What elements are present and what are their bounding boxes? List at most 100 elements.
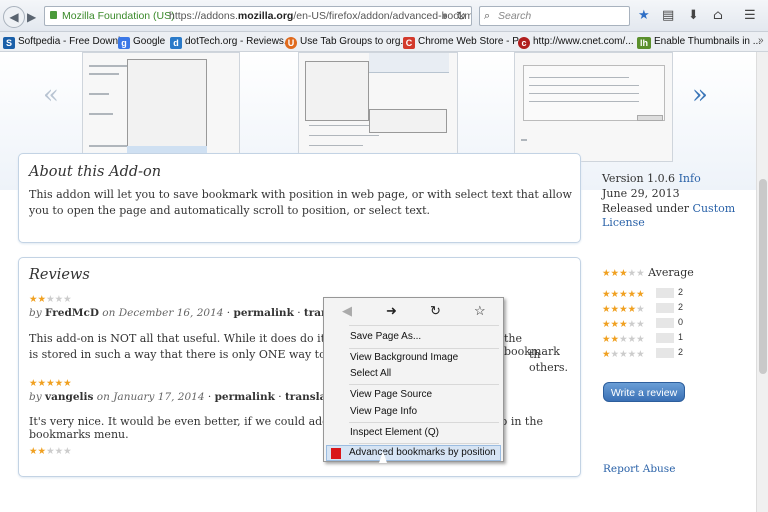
star-filled-icon: ★ — [602, 289, 611, 300]
star-filled-icon: ★ — [619, 304, 628, 315]
menu-separator — [349, 384, 499, 385]
menu-view-page-info[interactable]: View Page Info — [350, 404, 417, 419]
screenshot-thumbnail-3[interactable] — [514, 52, 673, 162]
bookmark-chrome-web-store[interactable]: C Chrome Web Store - P... — [403, 35, 526, 49]
bookmark-flag-icon — [331, 448, 341, 459]
rating-row-3[interactable]: ★★★★★ 0 — [602, 317, 752, 330]
menu-advanced-bookmarks-label: Advanced bookmarks by position — [349, 447, 496, 458]
firefox-favicon-icon: U — [285, 37, 297, 49]
bookmark-label: Use Tab Groups to org... — [300, 36, 409, 47]
menu-separator — [349, 443, 499, 444]
site-identity-label[interactable]: Mozilla Foundation (US) — [62, 7, 175, 25]
star-filled-icon: ★ — [610, 304, 620, 315]
url-dropdown-icon[interactable]: ▼ — [440, 7, 449, 25]
review-permalink[interactable]: permalink — [215, 391, 275, 403]
dottech-favicon-icon: d — [170, 37, 182, 49]
review-author-link[interactable]: vangelis — [45, 391, 93, 403]
forward-arrow-icon: ▶ — [27, 10, 37, 24]
star-empty-icon: ★ — [63, 446, 72, 457]
rating-bar — [656, 288, 674, 298]
bookmarks-menu-icon[interactable]: ▤ — [662, 8, 674, 24]
bookmark-google[interactable]: g Google — [118, 35, 165, 49]
star-empty-icon: ★ — [627, 319, 637, 330]
star-empty-icon: ★ — [54, 446, 64, 457]
search-input[interactable]: ⌕ Search — [479, 6, 630, 26]
star-empty-icon: ★ — [54, 294, 64, 305]
bookmark-tab-groups[interactable]: U Use Tab Groups to org... — [285, 35, 409, 49]
menu-select-all[interactable]: Select All — [350, 366, 391, 381]
menu-save-page-as[interactable]: Save Page As... — [350, 329, 421, 344]
bookmark-dottech[interactable]: d dotTech.org - Reviews... — [170, 35, 292, 49]
rating-row-5[interactable]: ★★★★★ 2 — [602, 287, 752, 300]
lh-favicon-icon: lh — [637, 37, 651, 49]
screenshot-thumbnail-1[interactable] — [82, 52, 240, 162]
rating-bar — [656, 303, 674, 313]
menu-inspect-element[interactable]: Inspect Element (Q) — [350, 425, 439, 440]
star-empty-icon: ★ — [627, 349, 637, 360]
forward-arrow-icon[interactable]: ➜ — [386, 303, 397, 319]
rating-count: 2 — [678, 287, 684, 297]
reload-icon[interactable]: ↻ — [430, 303, 441, 319]
reload-icon[interactable]: ↻ — [456, 7, 466, 25]
star-filled-icon: ★ — [602, 349, 611, 360]
back-arrow-icon[interactable]: ◀ — [342, 303, 352, 319]
star-empty-icon: ★ — [636, 319, 645, 330]
star-empty-icon: ★ — [627, 334, 637, 345]
star-filled-icon: ★ — [627, 304, 637, 315]
carousel-prev-icon[interactable]: « — [43, 80, 59, 110]
context-menu: ◀ ➜ ↻ ☆ Save Page As... View Background … — [323, 297, 504, 462]
star-filled-icon: ★ — [29, 446, 38, 457]
context-nav-row: ◀ ➜ ↻ ☆ — [324, 298, 503, 324]
lock-icon — [50, 11, 57, 19]
review-permalink[interactable]: permalink — [233, 307, 293, 319]
rating-count: 2 — [678, 347, 684, 357]
screenshot-thumbnail-2[interactable] — [298, 52, 458, 162]
bookmark-star-icon[interactable]: ★ — [638, 8, 650, 24]
bookmark-label: Enable Thumbnails in ... — [654, 36, 762, 47]
star-empty-icon: ★ — [636, 304, 645, 315]
star-rating-icon: ★★★★★ — [602, 304, 645, 315]
bookmark-softpedia[interactable]: S Softpedia - Free Downl... — [3, 35, 129, 49]
forward-button[interactable]: ▶ — [27, 8, 36, 26]
write-review-button[interactable]: Write a review — [603, 382, 685, 402]
review-author-link[interactable]: FredMcD — [45, 307, 99, 319]
rating-row-1[interactable]: ★★★★★ 2 — [602, 347, 752, 360]
rating-bar — [656, 333, 674, 343]
menu-icon[interactable]: ☰ — [744, 8, 756, 24]
url-domain: mozilla.org — [237, 10, 294, 22]
rating-row-4[interactable]: ★★★★★ 2 — [602, 302, 752, 315]
star-icon[interactable]: ☆ — [474, 303, 486, 319]
home-icon[interactable]: ⌂ — [713, 8, 723, 24]
rating-bar — [656, 318, 674, 328]
star-filled-icon: ★ — [37, 446, 47, 457]
meta-separator: · — [207, 391, 212, 403]
bookmarks-overflow-icon[interactable]: » — [758, 35, 764, 46]
report-abuse-link[interactable]: Report Abuse — [603, 463, 675, 475]
star-rating-icon: ★★★★★ — [602, 268, 645, 279]
menu-view-background-image[interactable]: View Background Image — [350, 350, 458, 365]
back-button[interactable]: ◀ — [3, 6, 25, 28]
menu-view-page-source[interactable]: View Page Source — [350, 387, 432, 402]
star-filled-icon: ★ — [63, 378, 72, 389]
rating-row-2[interactable]: ★★★★★ 1 — [602, 332, 752, 345]
carousel-next-icon[interactable]: » — [692, 80, 708, 110]
scrollbar-thumb[interactable] — [759, 179, 767, 374]
rating-count: 2 — [678, 302, 684, 312]
star-rating-icon: ★★★★★ — [29, 446, 72, 457]
star-filled-icon: ★ — [602, 334, 611, 345]
version-info-link[interactable]: Info — [679, 172, 701, 185]
about-section: About this Add-on This addon will let yo… — [18, 153, 581, 243]
bookmark-enable-thumbnails[interactable]: lh Enable Thumbnails in ... — [637, 35, 761, 49]
version-label: Version 1.0.6 — [602, 172, 679, 185]
star-empty-icon: ★ — [63, 294, 72, 305]
url-bar[interactable]: Mozilla Foundation (US) https://addons.m… — [44, 6, 472, 26]
bookmark-label: Chrome Web Store - P... — [418, 36, 527, 47]
downloads-icon[interactable]: ⬇ — [688, 8, 699, 24]
bookmark-cnet[interactable]: c http://www.cnet.com/... — [518, 35, 634, 49]
average-rating: ★★★★★ Average — [602, 266, 752, 279]
rating-count: 0 — [678, 317, 684, 327]
page-scrollbar[interactable] — [756, 52, 768, 512]
star-filled-icon: ★ — [29, 294, 38, 305]
url-text[interactable]: https://addons.mozilla.org/en-US/firefox… — [169, 7, 471, 25]
menu-advanced-bookmarks[interactable]: Advanced bookmarks by position — [326, 445, 501, 461]
